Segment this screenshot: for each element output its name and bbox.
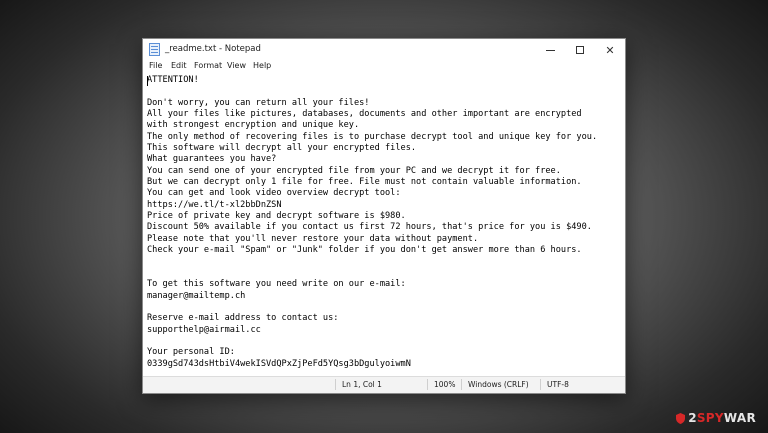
encoding: UTF-8 (547, 380, 569, 389)
watermark-accent: SPY (696, 411, 724, 425)
text-editor[interactable]: ATTENTION! Don't worry, you can return a… (147, 75, 625, 377)
watermark-prefix: 2 (688, 411, 697, 425)
maximize-button[interactable] (565, 39, 595, 61)
text-line: All your files like pictures, databases,… (147, 109, 582, 120)
status-separator (335, 379, 336, 390)
minimize-button[interactable] (535, 39, 565, 61)
text-line (147, 257, 625, 268)
menu-help[interactable]: Help (253, 61, 271, 70)
watermark-logo: 2 SPY WAR (676, 411, 756, 425)
watermark-suffix: WAR (723, 411, 756, 425)
minimize-icon (545, 49, 555, 51)
notepad-window: _readme.txt - Notepad ✕ File Edit Format… (142, 38, 626, 394)
menu-bar: File Edit Format View Help (143, 61, 625, 75)
notepad-icon (149, 43, 160, 56)
text-line: You can get and look video overview decr… (147, 188, 401, 199)
text-line: https://we.tl/t-xl2bbDnZSN (147, 199, 282, 210)
status-separator (461, 379, 462, 390)
close-button[interactable]: ✕ (595, 39, 625, 61)
menu-edit[interactable]: Edit (171, 61, 187, 70)
status-separator (427, 379, 428, 390)
text-line: Discount 50% available if you contact us… (147, 222, 592, 233)
text-line (147, 336, 625, 347)
text-line: Your personal ID: (147, 347, 235, 358)
text-line: But we can decrypt only 1 file for free.… (147, 177, 582, 188)
line-ending: Windows (CRLF) (468, 380, 529, 389)
text-line: Reserve e-mail address to contact us: (147, 313, 339, 324)
maximize-icon (576, 46, 584, 54)
text-line: Check your e-mail "Spam" or "Junk" folde… (147, 245, 582, 256)
cursor-position: Ln 1, Col 1 (342, 380, 382, 389)
window-title: _readme.txt - Notepad (165, 44, 261, 54)
text-line: This software will decrypt all your encr… (147, 143, 417, 154)
text-line: ATTENTION! (147, 75, 199, 85)
text-line (147, 302, 625, 313)
menu-file[interactable]: File (149, 61, 162, 70)
zoom-level: 100% (434, 380, 456, 389)
text-line: The only method of recovering files is t… (147, 131, 598, 142)
close-icon: ✕ (605, 43, 615, 57)
text-line: with strongest encryption and unique key… (147, 120, 360, 131)
text-line: 0339gSd743dsHtbiV4wekISVdQPxZjPeFd5YQsg3… (147, 358, 411, 369)
text-line: Price of private key and decrypt softwar… (147, 211, 406, 222)
text-line (147, 268, 625, 279)
text-line: supporthelp@airmail.cc (147, 324, 261, 335)
title-bar[interactable]: _readme.txt - Notepad ✕ (143, 39, 625, 61)
status-separator (540, 379, 541, 390)
shield-icon (676, 412, 686, 424)
text-line: You can send one of your encrypted file … (147, 165, 561, 176)
text-line: What guarantees you have? (147, 154, 277, 165)
text-line: To get this software you need write on o… (147, 279, 406, 290)
text-caret (147, 76, 148, 86)
menu-view[interactable]: View (227, 61, 246, 70)
status-bar: Ln 1, Col 1 100% Windows (CRLF) UTF-8 (143, 376, 625, 393)
menu-format[interactable]: Format (194, 61, 222, 70)
text-line: manager@mailtemp.ch (147, 290, 246, 301)
text-line (147, 86, 625, 97)
text-line: Please note that you'll never restore yo… (147, 233, 479, 244)
text-line: Don't worry, you can return all your fil… (147, 97, 370, 108)
